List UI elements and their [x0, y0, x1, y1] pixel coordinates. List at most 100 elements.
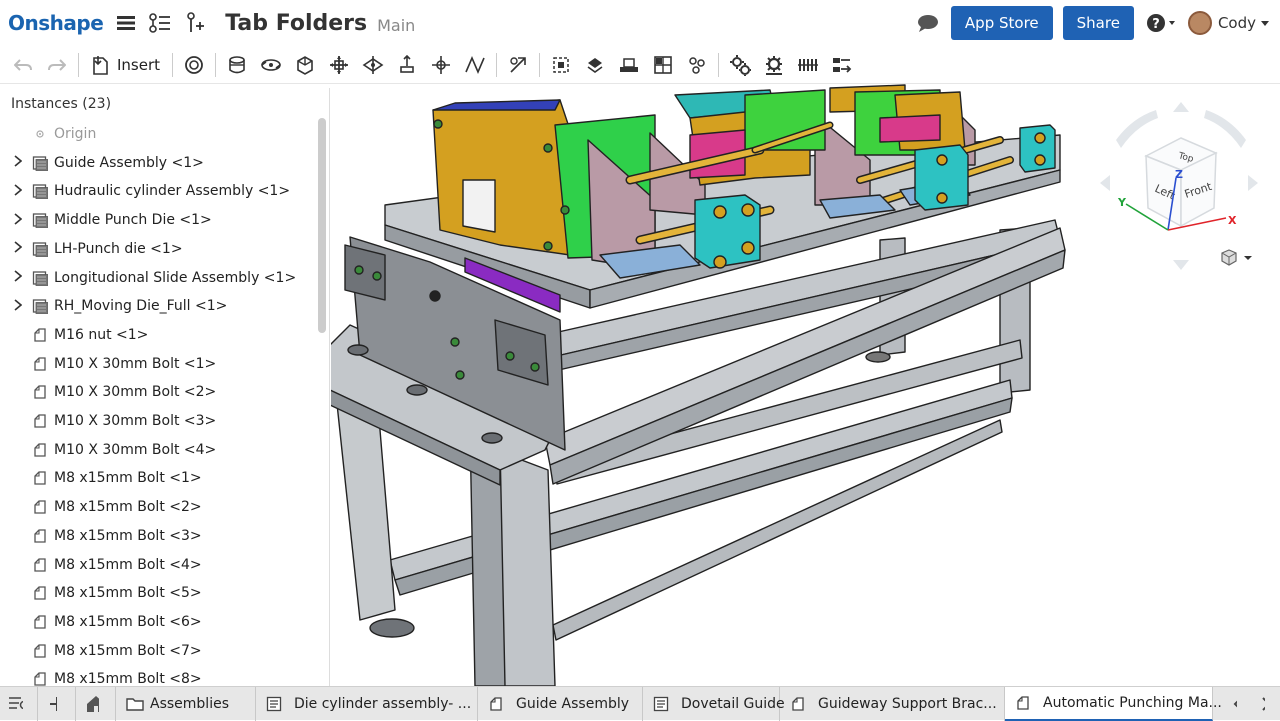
insert-icon[interactable] [83, 50, 117, 80]
instance-label: M8 x15mm Bolt <3> [54, 527, 202, 544]
instance-item[interactable]: M8 x15mm Bolt <5> [0, 579, 202, 607]
chevron-right-icon[interactable] [10, 155, 26, 170]
instance-label: M8 x15mm Bolt <2> [54, 499, 202, 516]
history-icon[interactable] [177, 50, 211, 80]
instance-item[interactable]: M8 x15mm Bolt <1> [0, 464, 202, 492]
app-store-button[interactable]: App Store [950, 6, 1053, 40]
instance-label: Longitudional Slide Assembly <1> [54, 269, 297, 286]
instance-label: RH_Moving Die_Full <1> [54, 298, 228, 315]
undo-icon[interactable] [6, 50, 40, 80]
part-icon [32, 528, 48, 544]
instance-item[interactable]: M10 X 30mm Bolt <1> [0, 350, 216, 378]
insert-button[interactable]: Insert [117, 56, 160, 74]
home-folder-icon[interactable] [76, 686, 116, 721]
pin-slot-mate-icon[interactable] [356, 50, 390, 80]
onshape-logo[interactable]: Onshape [8, 11, 104, 35]
planar-mate-icon[interactable] [390, 50, 424, 80]
instance-item[interactable]: M8 x15mm Bolt <6> [0, 608, 202, 636]
parallel-mate-icon[interactable] [458, 50, 492, 80]
toolbar-divider [172, 52, 174, 77]
insert-feature-icon[interactable] [183, 12, 205, 34]
comment-icon[interactable] [917, 12, 939, 34]
rotate-up-icon[interactable] [1173, 102, 1189, 112]
part-icon [32, 327, 48, 343]
instance-label: M8 x15mm Bolt <6> [54, 613, 202, 630]
instance-label: M10 X 30mm Bolt <1> [54, 355, 217, 372]
graphics-viewport[interactable]: Top Left Front Z X Y [331, 84, 1280, 686]
tab-manager-icon[interactable] [0, 686, 38, 721]
document-tab[interactable]: Automatic Punching Ma... [1005, 686, 1222, 721]
chevron-right-icon[interactable] [10, 212, 26, 228]
document-tab[interactable]: Guide Assembly [478, 686, 643, 721]
instance-item[interactable]: M8 x15mm Bolt <7> [0, 637, 202, 665]
instance-item[interactable]: M8 x15mm Bolt <4> [0, 551, 202, 579]
instance-label: Middle Punch Die <1> [54, 212, 212, 229]
replicate-icon[interactable] [612, 50, 646, 80]
instance-item[interactable]: M10 X 30mm Bolt <3> [0, 407, 216, 435]
linear-relation-icon[interactable] [825, 50, 859, 80]
view-options-icon[interactable] [1219, 248, 1259, 268]
group-icon[interactable] [578, 50, 612, 80]
tab-scroll-left-icon[interactable] [1224, 687, 1252, 721]
cylindrical-mate-icon[interactable] [322, 50, 356, 80]
tab-scroll-right-icon[interactable] [1252, 687, 1280, 721]
instances-header: Instances (23) [11, 96, 112, 112]
linear-pattern-icon[interactable] [646, 50, 680, 80]
mate-connector-icon[interactable] [544, 50, 578, 80]
share-button[interactable]: Share [1062, 6, 1134, 40]
instance-item[interactable]: M10 X 30mm Bolt <4> [0, 436, 216, 464]
document-tab[interactable]: Guideway Support Brac... [780, 686, 1005, 721]
instance-item[interactable]: M10 X 30mm Bolt <2> [0, 378, 216, 406]
tab-assemblies[interactable]: Assemblies [116, 686, 256, 721]
instance-item[interactable]: M8 x15mm Bolt <3> [0, 522, 202, 550]
document-title[interactable]: Tab Folders [225, 11, 367, 36]
chevron-right-icon[interactable] [10, 270, 26, 285]
part-icon [32, 470, 48, 486]
assembly-icon [790, 696, 812, 712]
document-tab[interactable]: Die cylinder assembly- ... [256, 686, 478, 721]
document-tab[interactable]: Dovetail Guide [643, 686, 785, 721]
part-icon [32, 557, 48, 573]
instance-item[interactable]: M8 x15mm Bolt <8> [0, 665, 202, 686]
instances-scrollbar[interactable] [318, 118, 326, 333]
instance-item[interactable]: Guide Assembly <1> [0, 149, 204, 177]
instance-item[interactable]: M16 nut <1> [0, 321, 148, 349]
chevron-right-icon[interactable] [10, 299, 26, 314]
instance-item[interactable]: Hudraulic cylinder Assembly <1> [0, 177, 290, 205]
rotate-left-icon[interactable] [1100, 175, 1110, 191]
assembly-icon [1015, 695, 1037, 711]
screw-relation-icon[interactable] [791, 50, 825, 80]
fastened-mate-icon[interactable] [220, 50, 254, 80]
instance-item[interactable]: RH_Moving Die_Full <1> [0, 292, 227, 320]
toolbar-divider [215, 52, 217, 77]
instance-item[interactable]: M8 x15mm Bolt <2> [0, 493, 202, 521]
view-cube[interactable]: Top Left Front Z X Y [1096, 98, 1266, 273]
user-menu[interactable]: Cody [1187, 11, 1270, 35]
feature-list-icon[interactable] [149, 12, 171, 34]
tangent-mate-icon[interactable] [501, 50, 535, 80]
toolbar-divider [496, 52, 498, 77]
gear-relation-icon[interactable] [723, 50, 757, 80]
tab-label: Automatic Punching Ma... [1043, 694, 1222, 711]
add-tab-icon[interactable] [38, 686, 76, 721]
rotate-down-icon[interactable] [1173, 260, 1189, 270]
slider-mate-icon[interactable] [288, 50, 322, 80]
revolute-mate-icon[interactable] [254, 50, 288, 80]
redo-icon[interactable] [40, 50, 74, 80]
instance-item[interactable]: Middle Punch Die <1> [0, 206, 212, 234]
chevron-right-icon[interactable] [10, 184, 26, 199]
toolbar-divider [718, 52, 720, 77]
rack-pinion-icon[interactable] [757, 50, 791, 80]
instance-item[interactable]: Origin [0, 120, 96, 148]
instance-item[interactable]: LH-Punch die <1> [0, 235, 183, 263]
tab-label: Assemblies [150, 695, 229, 712]
circular-pattern-icon[interactable] [680, 50, 714, 80]
chevron-right-icon[interactable] [10, 241, 26, 256]
part-studio-icon [653, 696, 675, 712]
ball-mate-icon[interactable] [424, 50, 458, 80]
instance-item[interactable]: Longitudional Slide Assembly <1> [0, 264, 296, 292]
help-icon[interactable]: ? [1146, 12, 1176, 34]
hamburger-menu-icon[interactable] [115, 12, 137, 34]
branch-name[interactable]: Main [377, 16, 415, 35]
rotate-right-icon[interactable] [1248, 175, 1258, 191]
